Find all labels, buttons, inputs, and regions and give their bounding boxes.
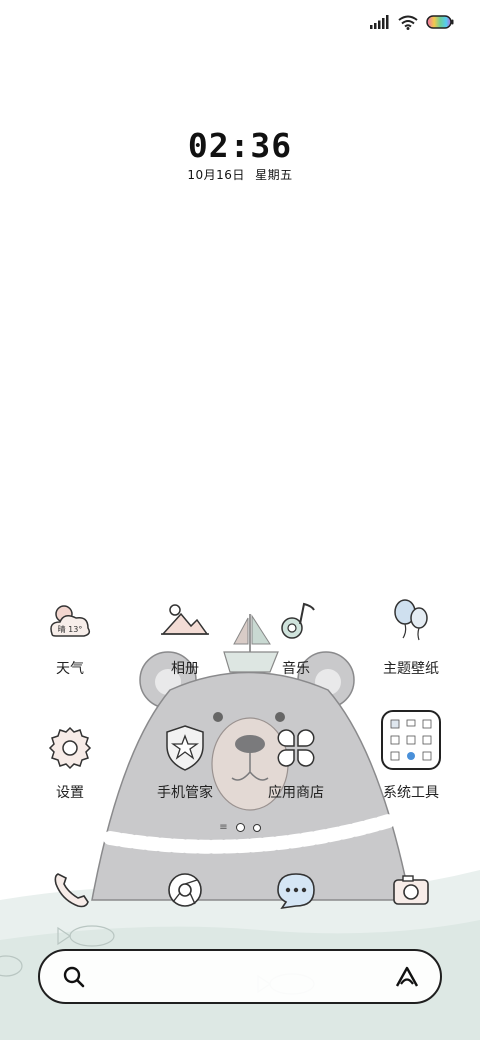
search-bar[interactable] <box>38 949 442 1004</box>
themes-icon <box>383 596 439 652</box>
browser-icon <box>157 862 213 918</box>
battery-icon <box>426 15 454 29</box>
app-label-system-tools: 系统工具 <box>383 785 439 801</box>
phone-icon <box>42 862 98 918</box>
system-tools-folder-icon <box>381 710 441 770</box>
app-settings[interactable]: 设置 <box>10 720 130 802</box>
app-gallery[interactable]: 相册 <box>125 596 245 678</box>
app-themes[interactable]: 主题壁纸 <box>351 596 471 678</box>
app-label-security: 手机管家 <box>157 785 213 801</box>
app-label-app-store: 应用商店 <box>268 785 324 801</box>
clock-date: 10月16日 星期五 <box>187 168 293 182</box>
app-weather[interactable]: 晴 13° 天气 <box>10 596 130 678</box>
weather-text: 晴 13° <box>58 624 83 634</box>
gallery-icon <box>157 596 213 652</box>
app-security[interactable]: 手机管家 <box>125 720 245 802</box>
lock-clock-widget[interactable]: 02:36 10月16日 星期五 <box>0 126 480 183</box>
app-label-themes: 主题壁纸 <box>383 661 439 677</box>
page-list-icon: ≡ <box>219 821 228 833</box>
folder-system-tools[interactable]: 系统工具 <box>351 710 471 802</box>
dock-messages[interactable] <box>236 862 356 918</box>
messages-icon <box>268 862 324 918</box>
camera-icon <box>383 862 439 918</box>
app-music[interactable]: 音乐 <box>236 596 356 678</box>
wifi-icon <box>398 15 418 30</box>
clock-time: 02:36 <box>187 126 293 165</box>
dock-browser[interactable] <box>125 862 245 918</box>
signal-bars-icon <box>370 15 389 29</box>
weather-icon: 晴 13° <box>42 596 98 652</box>
assistant-icon[interactable] <box>394 965 420 989</box>
music-icon <box>268 596 324 652</box>
app-label-settings: 设置 <box>56 785 84 801</box>
dock-camera[interactable] <box>351 862 471 918</box>
page-indicator[interactable]: ≡ <box>0 821 480 833</box>
app-label-weather: 天气 <box>56 661 84 677</box>
settings-icon <box>42 720 98 776</box>
status-bar <box>370 12 454 32</box>
app-label-gallery: 相册 <box>171 661 199 677</box>
page-dot-2[interactable] <box>252 823 261 832</box>
search-icon[interactable] <box>62 965 86 989</box>
page-dot-1[interactable] <box>235 823 245 832</box>
security-icon <box>157 720 213 776</box>
app-store[interactable]: 应用商店 <box>236 720 356 802</box>
dock-phone[interactable] <box>10 862 130 918</box>
app-store-icon <box>268 720 324 776</box>
app-label-music: 音乐 <box>282 661 310 677</box>
